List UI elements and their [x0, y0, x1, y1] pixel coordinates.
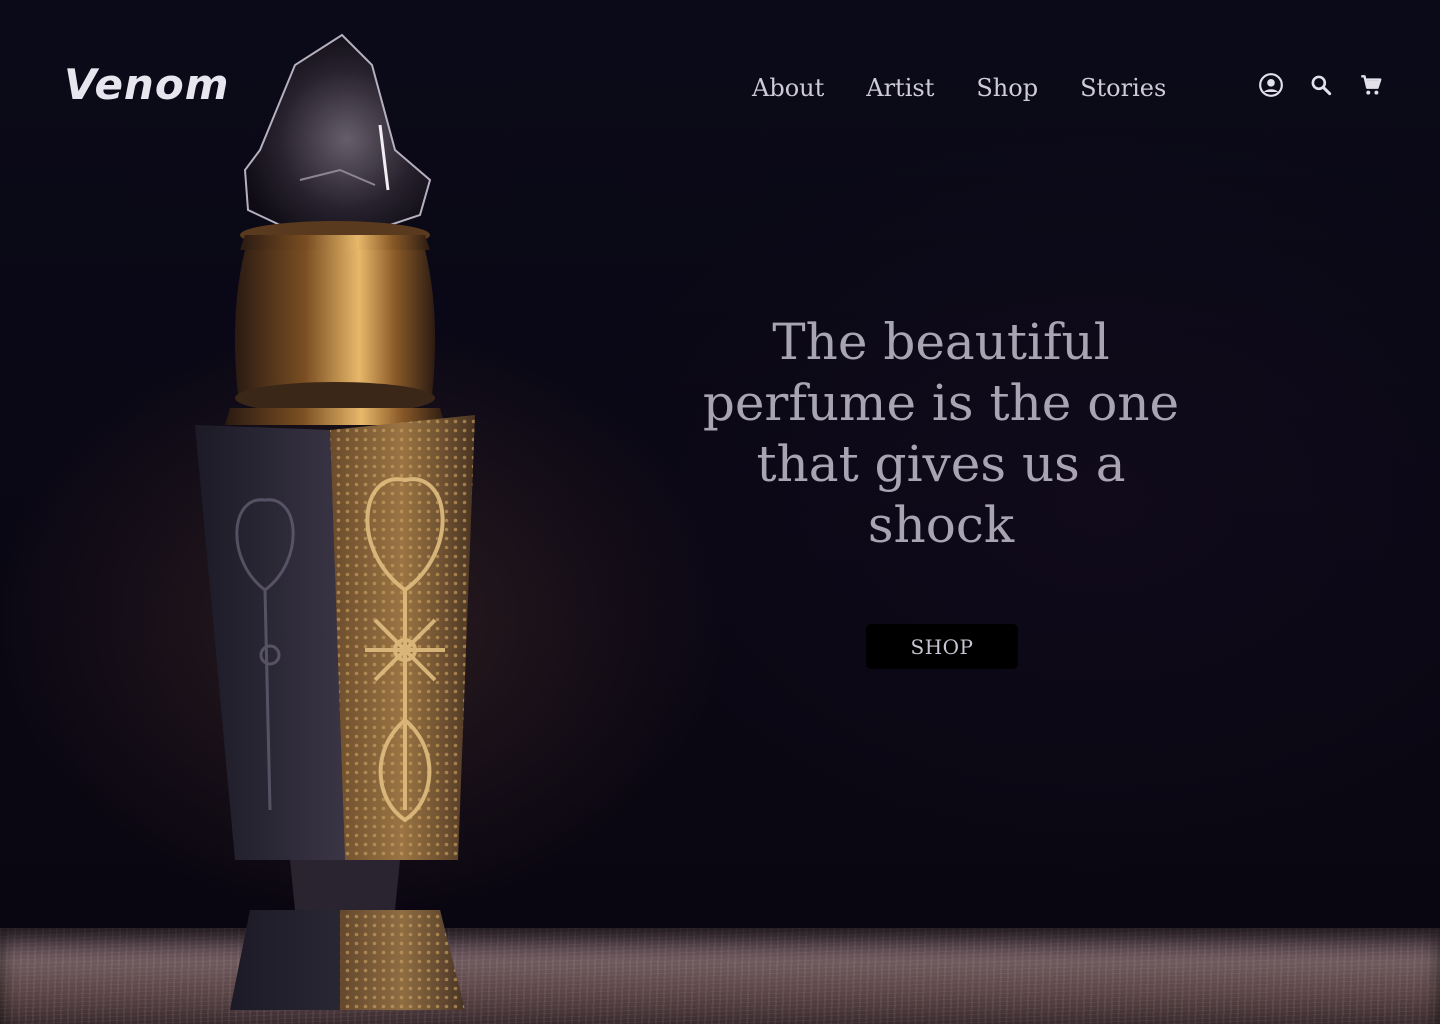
nav-link-stories[interactable]: Stories	[1080, 74, 1166, 102]
main-nav: About Artist Shop Stories	[752, 74, 1208, 102]
shop-button[interactable]: SHOP	[866, 624, 1018, 669]
brand-logo[interactable]: Venom	[64, 60, 229, 109]
cart-icon[interactable]	[1358, 72, 1384, 98]
hero-headline: The beautiful perfume is the one that gi…	[702, 313, 1180, 554]
perfume-bottle-image	[195, 33, 475, 1010]
header-icons	[1258, 72, 1384, 98]
search-icon[interactable]	[1308, 72, 1334, 98]
nav-link-artist[interactable]: Artist	[866, 74, 934, 102]
nav-link-about[interactable]: About	[752, 74, 824, 102]
nav-link-shop[interactable]: Shop	[976, 74, 1038, 102]
account-circle-icon[interactable]	[1258, 72, 1284, 98]
